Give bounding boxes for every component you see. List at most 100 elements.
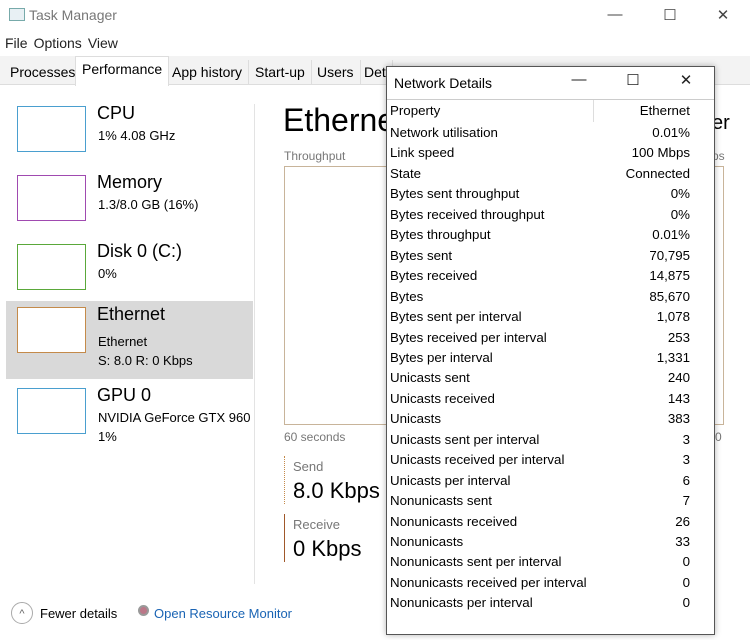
sidebar-item-memory[interactable]: Memory 1.3/8.0 GB (16%) (6, 169, 253, 247)
sidebar-item-detail: 1% 4.08 GHz (98, 128, 176, 143)
property-name: Network utilisation (390, 125, 498, 140)
table-row: Network utilisation 0.01% (390, 123, 690, 144)
table-row: Bytes sent 70,795 (390, 246, 690, 267)
sidebar-item-detail: Ethernet (98, 334, 148, 349)
property-name: Unicasts received (390, 390, 495, 406)
table-row: Nonunicasts per interval 0 (390, 593, 690, 614)
open-resource-monitor-link[interactable]: Open Resource Monitor (154, 606, 292, 621)
sidebar-item-gpu[interactable]: GPU 0 NVIDIA GeForce GTX 960 1% (6, 382, 253, 460)
property-name: Bytes received throughput (390, 206, 545, 222)
sidebar-item-detail-2: 1% (98, 429, 117, 444)
property-value: 0 (682, 554, 690, 570)
property-name: Bytes per interval (390, 349, 493, 365)
divider (254, 104, 255, 584)
property-value: 0.01% (652, 227, 690, 243)
dialog-separator (387, 99, 714, 100)
property-name: Bytes (390, 288, 424, 304)
dialog-close-button[interactable]: ✕ (671, 71, 701, 89)
property-name: Bytes sent throughput (390, 186, 520, 202)
close-button[interactable]: ✕ (708, 6, 738, 24)
send-value: 8.0 Kbps (293, 478, 380, 503)
property-name: Bytes received (390, 268, 478, 284)
menu-options[interactable]: Options (34, 35, 82, 51)
mini-graph (17, 244, 86, 290)
property-name: Unicasts sent per interval (390, 431, 540, 447)
menu-view[interactable]: View (88, 35, 118, 51)
property-value: 3 (682, 452, 690, 468)
send-label: Send (293, 459, 324, 474)
table-row: Bytes throughput 0.01% (390, 225, 690, 246)
table-row: Unicasts sent per interval 3 (390, 430, 690, 451)
property-value: 85,670 (649, 288, 690, 304)
tab-app-history[interactable]: App history (166, 60, 250, 85)
header-property[interactable]: Property (390, 101, 440, 122)
property-value: 100 Mbps (631, 145, 690, 161)
property-name: Bytes received per interval (390, 329, 547, 345)
dialog-maximize-button[interactable]: ☐ (618, 71, 648, 89)
property-name: Unicasts (390, 411, 441, 427)
sidebar-item-detail: 0% (98, 266, 117, 281)
axis-zero-label: 0 (715, 430, 722, 444)
table-row: Nonunicasts received 26 (390, 512, 690, 533)
property-value: 7 (682, 493, 690, 509)
table-row: Unicasts received per interval 3 (390, 450, 690, 471)
table-row: Unicasts 383 (390, 409, 690, 430)
property-value: 0% (670, 186, 690, 202)
property-value: 0 (682, 574, 690, 590)
property-value: 0% (670, 206, 690, 222)
property-name: Nonunicasts sent per interval (390, 554, 562, 570)
throughput-label: Throughput (284, 149, 346, 163)
property-value: 0.01% (652, 125, 690, 140)
property-name: Bytes sent per interval (390, 309, 522, 325)
property-name: Link speed (390, 145, 455, 161)
table-row: Link speed 100 Mbps (390, 143, 690, 164)
table-row: Unicasts per interval 6 (390, 471, 690, 492)
mini-graph (17, 307, 86, 353)
chevron-up-icon[interactable]: ^ (11, 602, 33, 624)
sidebar-item-name: Ethernet (97, 304, 166, 324)
table-row: Nonunicasts sent per interval 0 (390, 552, 690, 573)
minimize-button[interactable]: — (600, 6, 630, 23)
property-value: 253 (667, 329, 690, 345)
property-value: 1,078 (656, 309, 690, 325)
receive-value: 0 Kbps (293, 536, 362, 561)
table-row: Bytes received 14,875 (390, 266, 690, 287)
property-value: 383 (667, 411, 690, 427)
tab-performance[interactable]: Performance (75, 56, 170, 86)
table-row: Bytes sent throughput 0% (390, 184, 690, 205)
property-name: Bytes sent (390, 247, 453, 263)
send-legend-line (284, 456, 285, 504)
property-name: Unicasts sent (390, 370, 470, 386)
table-row: Bytes 85,670 (390, 287, 690, 308)
sidebar-item-detail: 1.3/8.0 GB (16%) (98, 197, 199, 212)
sidebar-item-name: Disk 0 (C:) (97, 241, 182, 261)
dialog-minimize-button[interactable]: — (564, 71, 594, 88)
sidebar-item-name: CPU (97, 103, 136, 123)
mini-graph (17, 388, 86, 434)
property-name: Unicasts per interval (390, 472, 511, 488)
title-bar: Task Manager — ☐ ✕ (0, 0, 750, 30)
property-value: 240 (667, 370, 690, 386)
tab-startup[interactable]: Start-up (249, 60, 312, 85)
sidebar-item-ethernet[interactable]: Ethernet Ethernet S: 8.0 R: 0 Kbps (6, 301, 253, 379)
property-name: Nonunicasts per interval (390, 595, 533, 611)
property-name: State (390, 165, 422, 181)
tab-users[interactable]: Users (311, 60, 361, 85)
header-value[interactable]: Ethernet (640, 101, 690, 122)
property-value: 26 (675, 513, 690, 529)
property-name: Bytes throughput (390, 227, 491, 243)
tab-processes[interactable]: Processes (4, 60, 83, 85)
table-row: Unicasts received 143 (390, 389, 690, 410)
property-value: 6 (682, 472, 690, 488)
mini-graph (17, 175, 86, 221)
property-name: Nonunicasts received per interval (390, 574, 587, 590)
sidebar-item-detail-2: S: 8.0 R: 0 Kbps (98, 353, 193, 368)
window-title: Task Manager (29, 7, 117, 23)
table-row: State Connected (390, 164, 690, 185)
fewer-details-button[interactable]: Fewer details (40, 606, 117, 621)
menu-file[interactable]: File (5, 35, 28, 51)
task-manager-icon (9, 8, 25, 21)
receive-label: Receive (293, 517, 340, 532)
sidebar-item-cpu[interactable]: CPU 1% 4.08 GHz (6, 100, 253, 178)
maximize-button[interactable]: ☐ (655, 6, 685, 24)
